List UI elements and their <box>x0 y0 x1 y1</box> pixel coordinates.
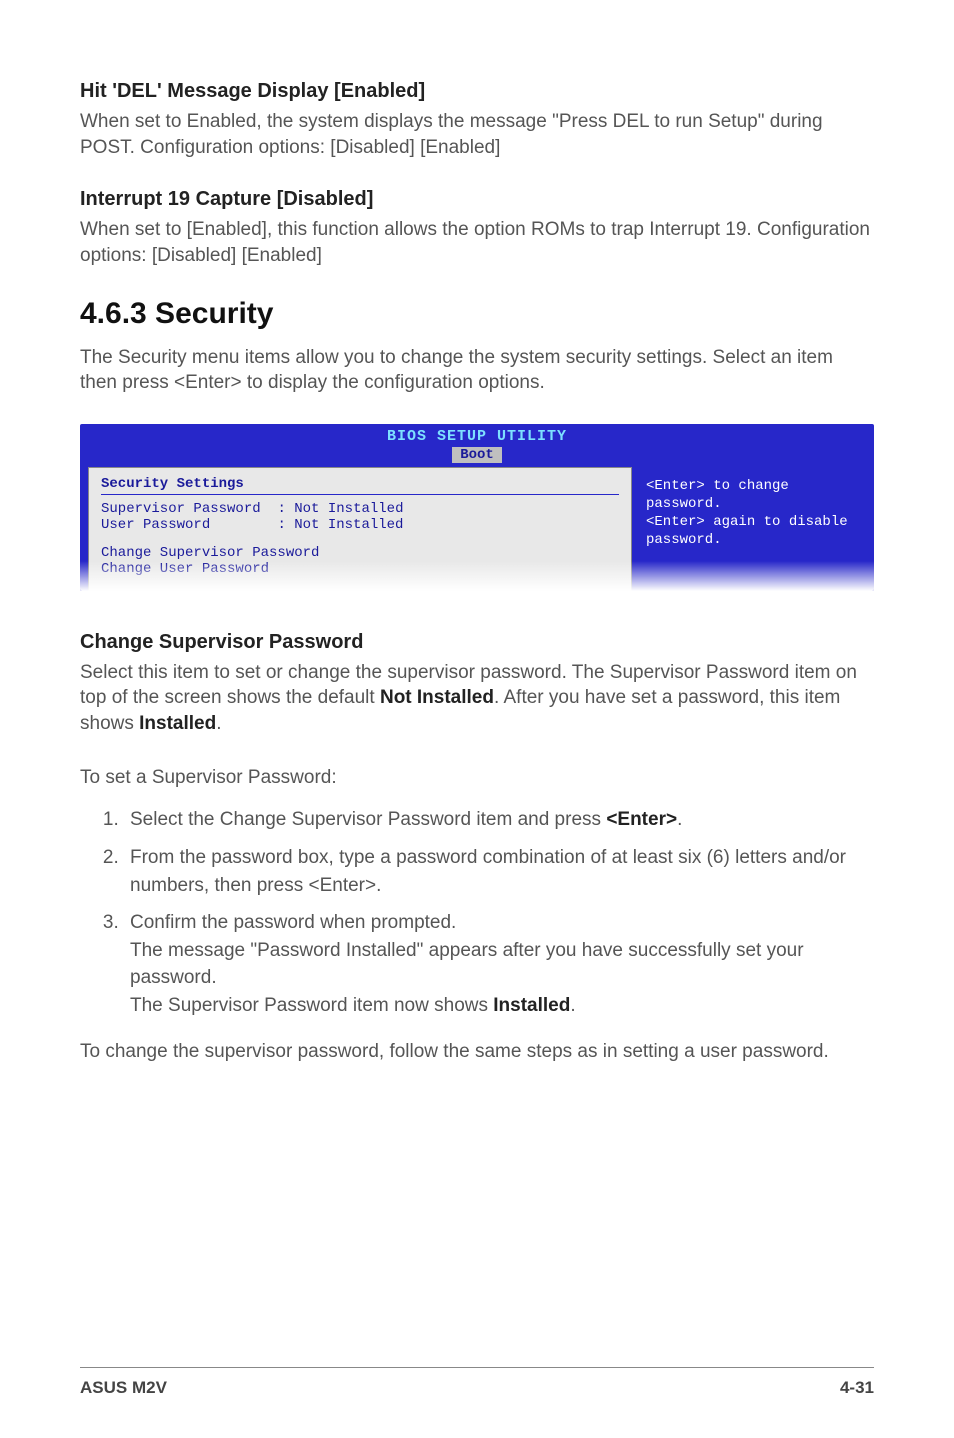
text-frag: The message "Password Installed" appears… <box>130 940 804 989</box>
text-frag: . <box>570 995 575 1016</box>
bios-row-user: User Password : Not Installed <box>101 517 619 533</box>
text-frag: Select the Change Supervisor Password it… <box>130 809 606 830</box>
bios-title-bar: BIOS SETUP UTILITY Boot <box>80 424 874 463</box>
bios-panel: BIOS SETUP UTILITY Boot Security Setting… <box>80 424 874 591</box>
body-interrupt-19: When set to [Enabled], this function all… <box>80 217 874 268</box>
bios-row-change-supervisor: Change Supervisor Password <box>101 545 619 561</box>
bios-row-change-user: Change User Password <box>101 561 619 577</box>
bios-title: BIOS SETUP UTILITY <box>80 428 874 445</box>
bios-divider <box>101 494 619 495</box>
bios-label-user: User Password <box>101 517 210 533</box>
text-frag: . <box>216 713 221 734</box>
bios-left-pane: Security Settings Supervisor Password : … <box>88 467 632 591</box>
body-change-supervisor-1: Select this item to set or change the su… <box>80 660 874 737</box>
text-frag: The Supervisor Password item now shows <box>130 995 493 1016</box>
body-to-set: To set a Supervisor Password: <box>80 765 874 791</box>
text-frag: Confirm the password when prompted. <box>130 912 456 933</box>
bold-installed-2: Installed <box>493 995 570 1016</box>
bios-body: Security Settings Supervisor Password : … <box>80 463 874 591</box>
heading-security: 4.6.3 Security <box>80 297 874 331</box>
bios-label-supervisor: Supervisor Password <box>101 501 261 517</box>
bold-not-installed: Not Installed <box>380 687 494 708</box>
page-footer: ASUS M2V 4-31 <box>80 1367 874 1398</box>
steps-list: Select the Change Supervisor Password it… <box>80 806 874 1019</box>
heading-hit-del: Hit 'DEL' Message Display [Enabled] <box>80 80 874 103</box>
body-hit-del: When set to Enabled, the system displays… <box>80 109 874 160</box>
bios-row-supervisor: Supervisor Password : Not Installed <box>101 501 619 517</box>
step-3: Confirm the password when prompted. The … <box>124 909 874 1019</box>
step-1: Select the Change Supervisor Password it… <box>124 806 874 834</box>
text-frag: . <box>677 809 682 830</box>
footer-product: ASUS M2V <box>80 1378 167 1398</box>
bold-enter: <Enter> <box>606 809 677 830</box>
bios-tab-boot: Boot <box>452 447 502 463</box>
bios-value-user: : Not Installed <box>277 517 403 533</box>
bios-section-title: Security Settings <box>101 476 619 492</box>
footer-page-number: 4-31 <box>840 1378 874 1398</box>
body-security: The Security menu items allow you to cha… <box>80 345 874 396</box>
heading-interrupt-19: Interrupt 19 Capture [Disabled] <box>80 188 874 211</box>
bold-installed: Installed <box>139 713 216 734</box>
step-2: From the password box, type a password c… <box>124 844 874 899</box>
bios-help-pane: <Enter> to change password. <Enter> agai… <box>636 467 866 591</box>
body-to-change: To change the supervisor password, follo… <box>80 1039 874 1065</box>
heading-change-supervisor: Change Supervisor Password <box>80 631 874 654</box>
bios-value-supervisor: : Not Installed <box>277 501 403 517</box>
